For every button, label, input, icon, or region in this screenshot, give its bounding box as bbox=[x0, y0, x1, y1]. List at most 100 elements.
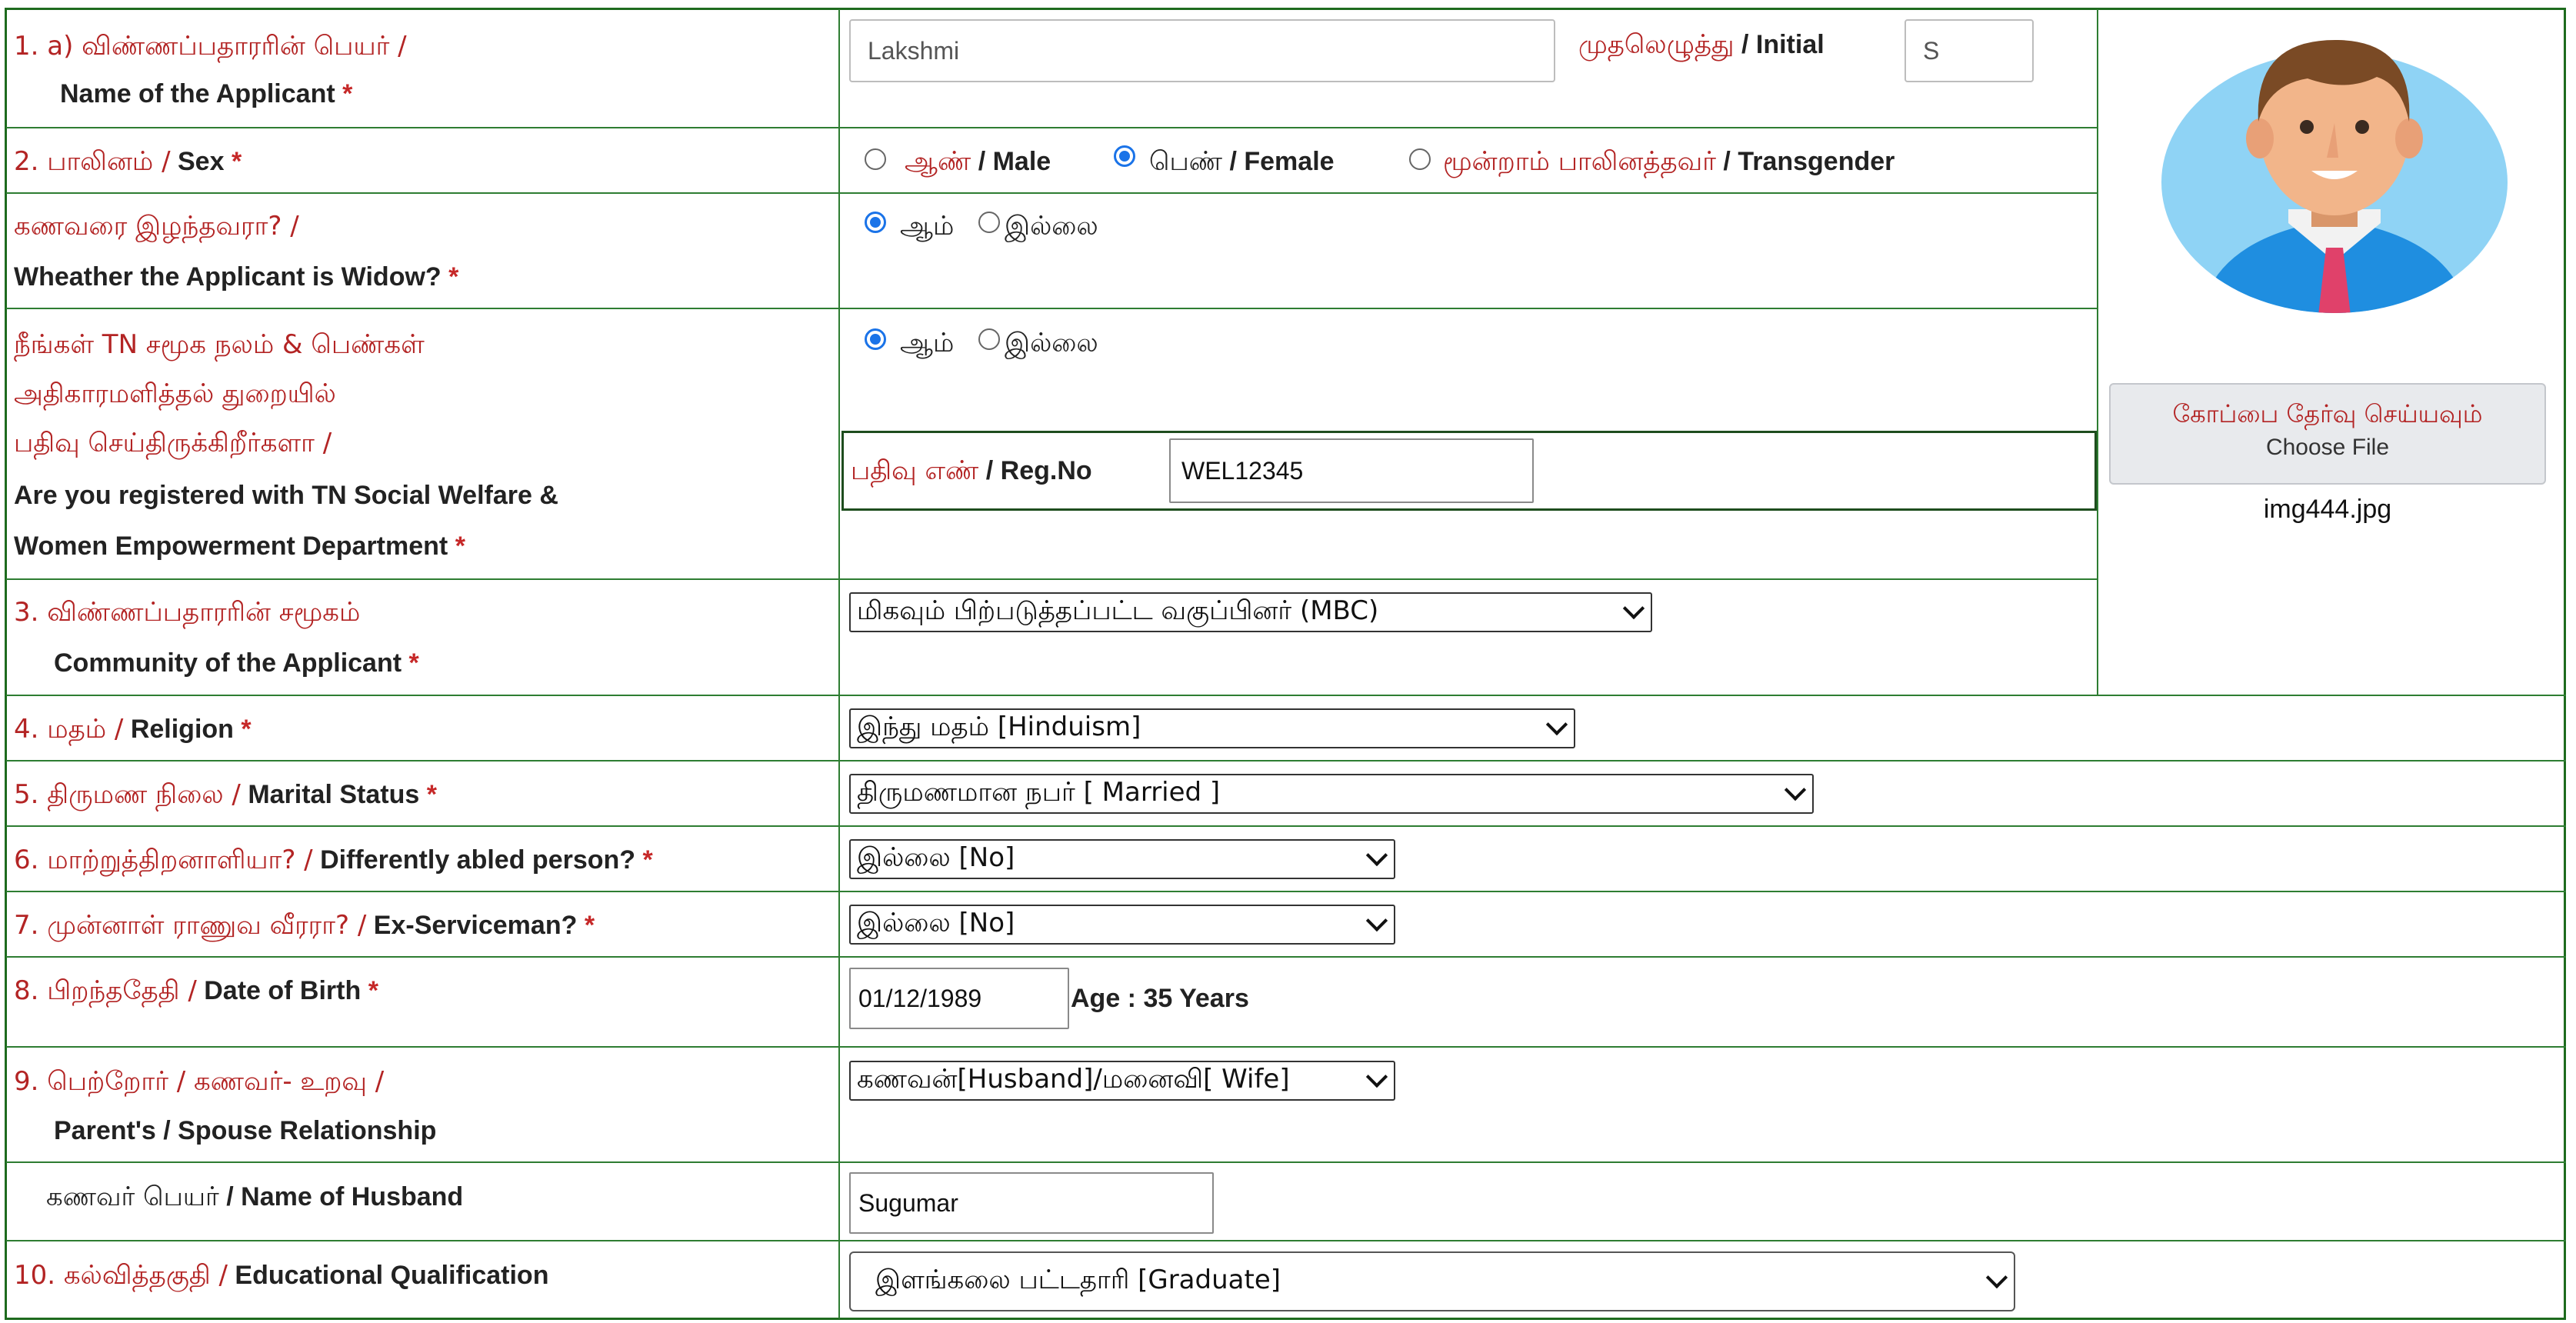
exservice-selected-value: இல்லை [No] bbox=[857, 908, 1015, 938]
relationship-select[interactable]: கணவன்[Husband]/மனைவி[ Wife] bbox=[849, 1061, 1395, 1101]
initial-input[interactable]: S bbox=[1905, 19, 2034, 82]
required-mark: * bbox=[231, 147, 242, 176]
exservice-label: 7. முன்னாள் ராணுவ வீரரா? / Ex-Serviceman… bbox=[14, 908, 595, 942]
sex-transgender-en: / Transgender bbox=[1723, 147, 1895, 176]
widow-yes-radio[interactable] bbox=[865, 212, 886, 233]
chevron-down-icon bbox=[1365, 844, 1388, 867]
dob-label-ta: 8. பிறந்ததேதி / bbox=[14, 975, 197, 1006]
registered-label-ta-1-text: நீங்கள் TN சமூக நலம் & பெண்கள் bbox=[14, 329, 425, 360]
widow-label: Wheather the Applicant is Widow? * bbox=[14, 260, 458, 294]
row-divider bbox=[6, 825, 2566, 827]
religion-label: 4. மதம் / Religion * bbox=[14, 712, 252, 746]
disabled-label: 6. மாற்றுத்திறனாளியா? / Differently able… bbox=[14, 843, 653, 877]
registered-no-radio[interactable] bbox=[978, 328, 1000, 350]
sex-label-en: Sex bbox=[178, 147, 225, 176]
choose-file-label-en: Choose File bbox=[2265, 435, 2390, 460]
education-label-ta: 10. கல்வித்தகுதி / bbox=[14, 1260, 228, 1291]
required-mark: * bbox=[408, 648, 419, 678]
registered-yes-label[interactable]: ஆம் bbox=[900, 326, 954, 360]
widow-no-label[interactable]: இல்லை bbox=[1005, 209, 1098, 243]
dob-input[interactable]: 01/12/1989 bbox=[849, 968, 1069, 1029]
disabled-select[interactable]: இல்லை [No] bbox=[849, 839, 1395, 879]
row-divider bbox=[6, 192, 2098, 194]
row-divider bbox=[6, 308, 2098, 309]
relationship-selected-value: கணவன்[Husband]/மனைவி[ Wife] bbox=[857, 1064, 1290, 1095]
disabled-selected-value: இல்லை [No] bbox=[857, 842, 1015, 873]
initial-label: முதலெழுத்து / Initial bbox=[1578, 28, 1825, 62]
widow-no-radio[interactable] bbox=[978, 212, 1000, 233]
chevron-down-icon bbox=[1365, 909, 1388, 932]
registered-label-ta-1: நீங்கள் TN சமூக நலம் & பெண்கள் bbox=[14, 328, 425, 362]
community-selected-value: மிகவும் பிற்படுத்தப்பட்ட வகுப்பினர் (MBC… bbox=[857, 595, 1379, 626]
husband-label-en: / Name of Husband bbox=[226, 1182, 464, 1211]
sex-male-radio[interactable] bbox=[865, 148, 886, 170]
husband-label: கணவர் பெயர் / Name of Husband bbox=[46, 1180, 463, 1214]
name-label-ta: 1. a) விண்ணப்பதாரரின் பெயர் / bbox=[14, 29, 407, 63]
sex-female-radio[interactable] bbox=[1114, 145, 1135, 167]
sex-transgender-radio[interactable] bbox=[1409, 148, 1431, 170]
widow-label-en: Wheather the Applicant is Widow? bbox=[14, 262, 442, 292]
education-select[interactable]: இளங்கலை பட்டதாரி [Graduate] bbox=[849, 1251, 2015, 1311]
community-select[interactable]: மிகவும் பிற்படுத்தப்பட்ட வகுப்பினர் (MBC… bbox=[849, 592, 1652, 632]
sex-transgender-option[interactable]: மூன்றாம் பாலினத்தவர் / Transgender bbox=[1443, 145, 1895, 178]
chevron-down-icon bbox=[1784, 778, 1807, 801]
dob-label: 8. பிறந்ததேதி / Date of Birth * bbox=[14, 974, 378, 1008]
required-mark: * bbox=[342, 79, 353, 108]
exservice-select[interactable]: இல்லை [No] bbox=[849, 905, 1395, 945]
registered-label-en-1: Are you registered with TN Social Welfar… bbox=[14, 478, 558, 512]
religion-selected-value: இந்து மதம் [Hinduism] bbox=[857, 711, 1141, 742]
widow-yes-label[interactable]: ஆம் bbox=[900, 209, 954, 243]
chevron-down-icon bbox=[1985, 1266, 2008, 1289]
exservice-label-en: Ex-Serviceman? bbox=[373, 911, 578, 940]
sex-label-ta: 2. பாலினம் / bbox=[14, 146, 171, 177]
religion-label-ta: 4. மதம் / bbox=[14, 714, 124, 745]
row-divider bbox=[6, 695, 2566, 696]
registered-label-ta-2-text: அதிகாரமளித்தல் துறையில் bbox=[14, 378, 336, 409]
education-label-en: Educational Qualification bbox=[235, 1261, 549, 1290]
sex-female-option[interactable]: பெண் / Female bbox=[1149, 145, 1335, 178]
education-selected-value: இளங்கலை பட்டதாரி [Graduate] bbox=[875, 1265, 1281, 1295]
registered-label-en-2: Women Empowerment Department * bbox=[14, 529, 465, 563]
chevron-down-icon bbox=[1622, 597, 1645, 620]
initial-label-ta: முதலெழுத்து bbox=[1578, 29, 1735, 60]
community-label-ta-text: 3. விண்ணப்பதாரரின் சமூகம் bbox=[14, 597, 361, 628]
registered-label-ta-3: பதிவு செய்திருக்கிறீர்களா / bbox=[14, 426, 332, 460]
row-divider bbox=[6, 891, 2566, 892]
column-divider bbox=[2097, 9, 2098, 695]
religion-select[interactable]: இந்து மதம் [Hinduism] bbox=[849, 708, 1575, 748]
row-divider bbox=[6, 1161, 2566, 1163]
selected-file-name: img444.jpg bbox=[2263, 495, 2392, 524]
row-divider bbox=[6, 578, 2098, 580]
row-divider bbox=[6, 127, 2098, 128]
disabled-label-ta: 6. மாற்றுத்திறனாளியா? / bbox=[14, 845, 313, 875]
reg-no-label-en: / Reg.No bbox=[985, 456, 1092, 485]
choose-file-button[interactable]: கோப்பை தேர்வு செய்யவும் Choose File bbox=[2109, 383, 2546, 485]
row-divider bbox=[6, 956, 2566, 958]
marital-select[interactable]: திருமணமான நபர் [ Married ] bbox=[849, 774, 1814, 814]
avatar-image bbox=[2161, 39, 2508, 313]
husband-label-ta: கணவர் பெயர் bbox=[46, 1181, 219, 1212]
reg-no-input[interactable]: WEL12345 bbox=[1169, 438, 1534, 503]
name-label: Name of the Applicant * bbox=[60, 77, 352, 111]
required-mark: * bbox=[368, 976, 378, 1005]
age-display: Age : 35 Years bbox=[1071, 984, 1249, 1013]
widow-label-ta-text: கணவரை இழந்தவரா? / bbox=[14, 211, 299, 242]
relationship-label-en: Parent's / Spouse Relationship bbox=[54, 1114, 436, 1148]
sex-male-option[interactable]: ஆண் / Male bbox=[905, 145, 1051, 178]
relationship-label-ta: 9. பெற்றோர் / கணவர்- உறவு / bbox=[14, 1065, 384, 1098]
sex-female-en: / Female bbox=[1229, 147, 1335, 176]
registered-yes-radio[interactable] bbox=[865, 328, 886, 350]
row-divider bbox=[6, 1046, 2566, 1048]
sex-transgender-ta: மூன்றாம் பாலினத்தவர் bbox=[1443, 146, 1716, 177]
registered-no-label[interactable]: இல்லை bbox=[1005, 326, 1098, 360]
name-label-ta-text: 1. a) விண்ணப்பதாரரின் பெயர் / bbox=[14, 31, 407, 62]
choose-file-label-ta: கோப்பை தேர்வு செய்யவும் bbox=[2172, 399, 2483, 428]
chevron-down-icon bbox=[1545, 713, 1568, 736]
relationship-label-ta-text: 9. பெற்றோர் / கணவர்- உறவு / bbox=[14, 1066, 385, 1097]
name-input[interactable]: Lakshmi bbox=[849, 19, 1555, 82]
required-mark: * bbox=[426, 780, 437, 809]
dob-label-en: Date of Birth bbox=[204, 976, 362, 1005]
disabled-label-en: Differently abled person? bbox=[320, 845, 636, 875]
required-mark: * bbox=[455, 532, 465, 561]
husband-name-input[interactable]: Sugumar bbox=[849, 1172, 1214, 1234]
